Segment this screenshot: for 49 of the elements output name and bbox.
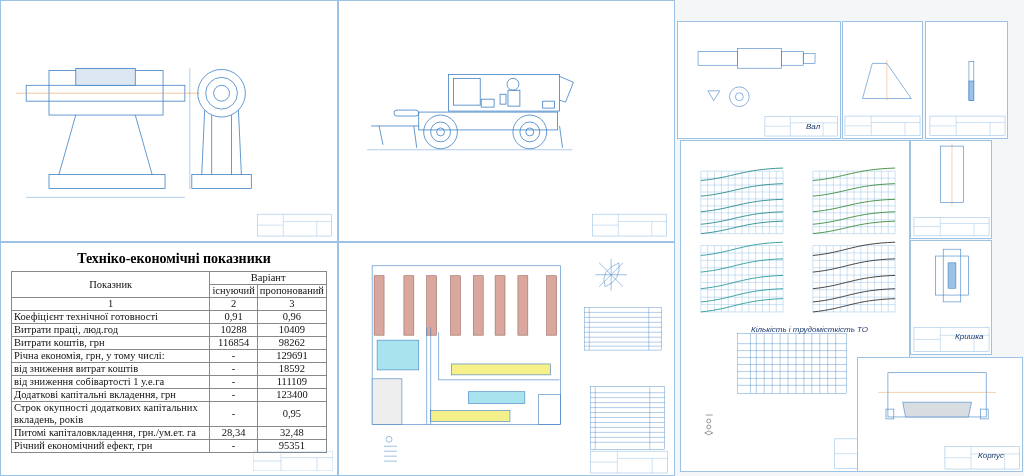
legend-drawing [704,414,713,436]
table-cell: 123400 [257,388,327,402]
plate-drawing [968,61,975,101]
table-cell: 1 [11,297,210,311]
table-cell: Строк окупності додаткових капітальних вкладень, років [11,401,210,427]
table-cell: - [209,439,258,453]
table-cell: Витрати коштів, грн [11,336,210,350]
table-cell: 95351 [257,439,327,453]
trapezoid-part-drawing [862,59,912,101]
table-header: існуючий [209,284,258,298]
table-title: Техніко-економічні показники [77,251,271,267]
table-cell: 0,95 [257,401,327,427]
table-cell: 32,48 [257,426,327,440]
table-cell: Додаткові капітальні вкладення, грн [11,388,210,402]
table-cell: 129691 [257,349,327,363]
table-cell: 10409 [257,323,327,337]
table-cell: 111109 [257,375,327,389]
table-cell: Питомі капіталовкладення, грн./ум.ет. га [11,426,210,440]
table-header: Варіант [209,271,327,285]
table-cell: - [209,362,258,376]
table-cell: 3 [257,297,327,311]
table-cell: 0,91 [209,310,258,324]
table-cell: Річний економічний ефект, грн [11,439,210,453]
table-cell: - [209,349,258,363]
sheet-title: Вал [806,122,821,131]
table-title: Кількість і трудомісткість ТО [751,325,868,334]
table-cell: від зниження собівартості 1 у.е.га [11,375,210,389]
sheet-title: Корпус [978,451,1004,460]
compass-rose-drawing [595,258,628,291]
cover-drawing [935,248,969,303]
table-cell: 98262 [257,336,327,350]
table-cell: - [209,388,258,402]
table-cell: Витрати праці, люд.год [11,323,210,337]
table-cell: 10288 [209,323,258,337]
table-cell: 28,34 [209,426,258,440]
table-cell: - [209,401,258,427]
table-cell: від зниження витрат коштів [11,362,210,376]
table-header: пропонований [257,284,327,298]
table-cell: 0,96 [257,310,327,324]
table-header: Показник [11,271,210,298]
table-cell: 116854 [209,336,258,350]
table-cell: - [209,375,258,389]
pin-drawing [939,142,964,206]
legend-drawing [383,436,398,462]
table-cell: Коефіцієнт технічної готовності [11,310,210,324]
table-cell: 18592 [257,362,327,376]
table-cell: 2 [209,297,258,311]
table-cell: Річна економія, грн, у тому числі: [11,349,210,363]
sheet-title: Кришка [955,332,984,341]
